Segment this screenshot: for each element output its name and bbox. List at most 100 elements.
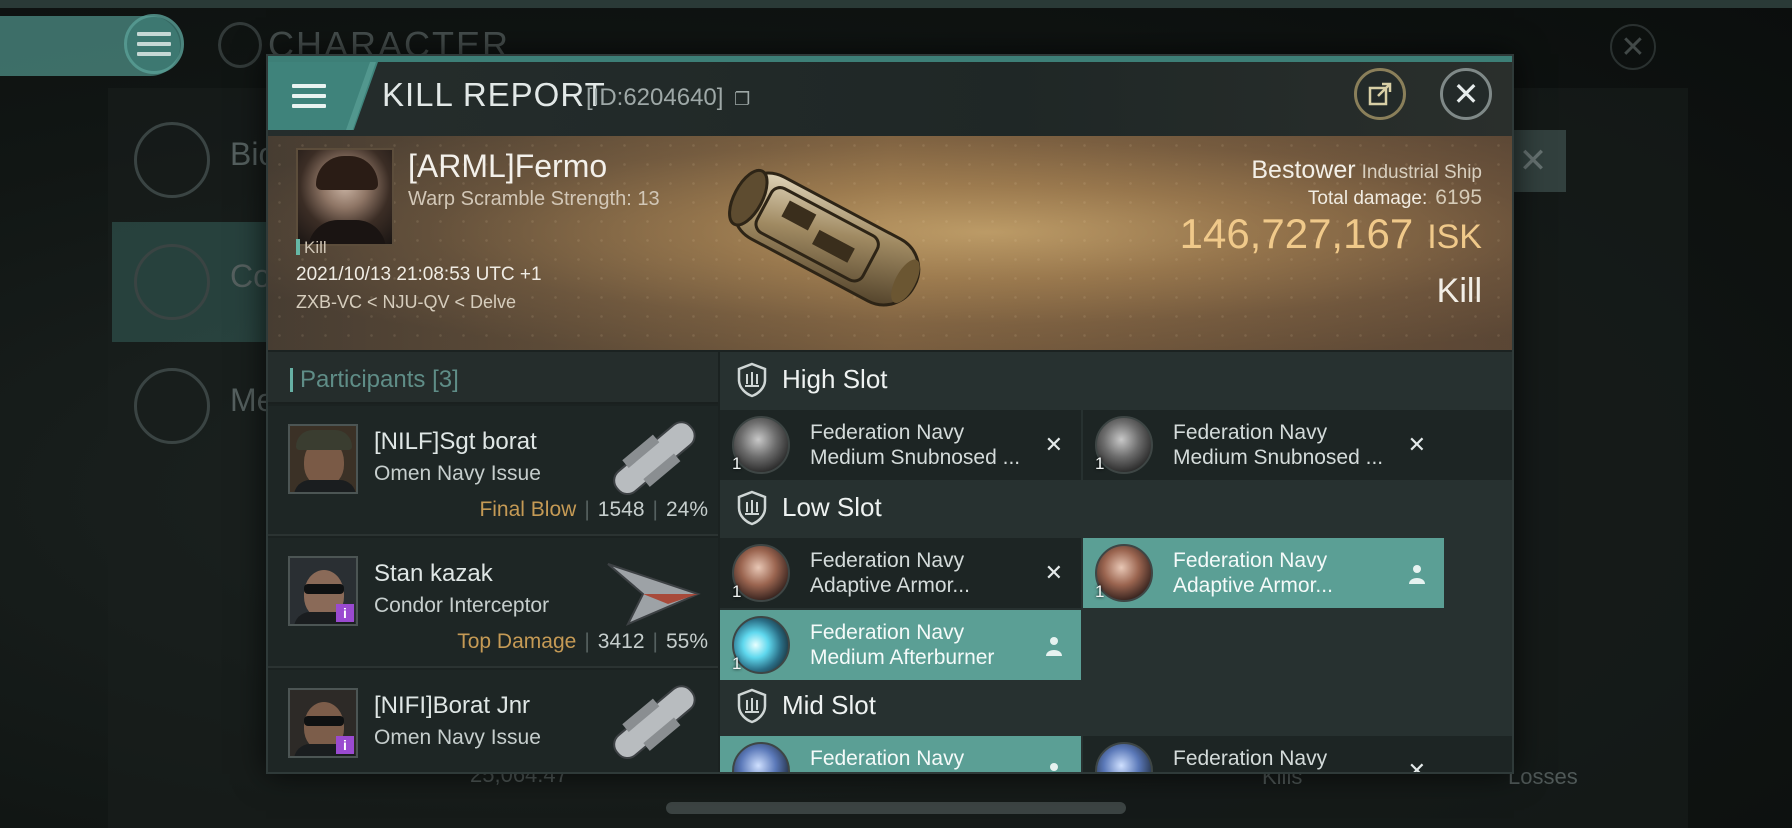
destroyed-icon: ✕ [1407, 432, 1426, 457]
portrait-glasses [304, 584, 344, 594]
person-icon [1409, 565, 1425, 584]
kill-report-window: KILL REPORT [ID:6204640] ❐ ✕ [ARML]Fermo… [266, 54, 1514, 774]
shield-icon [737, 362, 767, 398]
module-name: Federation Navy [1173, 746, 1327, 771]
shield-module-icon [1095, 742, 1153, 772]
module-name-line1: Federation Navy [810, 549, 965, 572]
module-quantity: 1 [732, 582, 742, 601]
kill-tag-label: Kill [304, 238, 327, 257]
character-icon [218, 22, 262, 68]
horizontal-scrollbar[interactable] [666, 802, 1126, 814]
isk-unit: ISK [1427, 218, 1482, 256]
victim-portrait[interactable] [296, 148, 394, 246]
sidebar-item-medals[interactable]: Me [112, 346, 274, 466]
participants-header[interactable]: Participants [3] [268, 352, 718, 404]
ship-name-label: Bestower [1251, 156, 1356, 184]
total-damage-label: Total damage: [1307, 188, 1428, 209]
warp-scramble-strength: Warp Scramble Strength: 13 [408, 188, 660, 210]
isk-amount: 146,727,167 [1179, 210, 1414, 257]
participants-count: [3] [432, 366, 459, 393]
module-name-line2: Adaptive Armor... [810, 574, 970, 597]
participant-row[interactable]: i Stan kazak Condor Interceptor Top Dama… [268, 538, 718, 668]
participant-stats: Final Blow | 1548 | 24% [479, 498, 708, 522]
participant-portrait: i [288, 556, 358, 626]
sidebar-item-bio[interactable]: Bio [112, 100, 276, 220]
person-icon [1050, 763, 1058, 771]
low-slot-header: Low Slot [720, 480, 1512, 534]
kill-location[interactable]: ZXB-VC < NJU-QV < Delve [296, 292, 516, 313]
menu-icon [292, 84, 326, 108]
background-menu-button[interactable] [124, 14, 184, 74]
copy-icon[interactable]: ❐ [734, 89, 750, 109]
participant-ship-image [607, 563, 701, 626]
victim-name[interactable]: [ARML]Fermo [408, 148, 607, 185]
destroyed-icon: ✕ [1407, 758, 1426, 774]
module-name-line2: Medium Afterburner [810, 646, 995, 669]
close-button[interactable]: ✕ [1440, 68, 1492, 120]
participant-portrait [288, 424, 358, 494]
shield-icon [737, 688, 767, 724]
slot-title: Mid Slot [782, 690, 876, 720]
top-edge-line [0, 0, 1792, 8]
sidebar-item-combat[interactable]: Co [112, 222, 272, 342]
menu-icon [137, 32, 171, 56]
module-item[interactable]: 1 Federation Navy Adaptive Armor... [1083, 538, 1444, 608]
report-id[interactable]: [ID:6204640] ❐ [586, 84, 750, 112]
module-name: Federation Navy [810, 746, 964, 771]
report-id-label: [ID:6204640] [586, 84, 724, 111]
isk-value: 146,727,167 ISK [1180, 210, 1482, 258]
ship-class: Industrial Ship [1361, 162, 1482, 183]
module-quantity: 1 [732, 654, 742, 673]
info-badge-icon: i [336, 736, 354, 754]
participant-row[interactable]: [NILF]Sgt borat Omen Navy Issue Final Bl… [268, 406, 718, 536]
participant-ship: Omen Navy Issue [374, 726, 541, 749]
module-item[interactable]: Federation Navy ✕ [1083, 736, 1512, 774]
fitting-panel: High Slot 1 Federation Navy Medium Snubno… [720, 352, 1512, 774]
module-quantity: 1 [732, 454, 742, 473]
share-icon [1368, 82, 1392, 106]
module-name: Federation Navy Medium Snubnosed ... [1173, 420, 1383, 470]
participant-percent: 55% [665, 630, 708, 653]
module-name: Federation Navy Medium Afterburner [810, 620, 994, 670]
participant-percent: 24% [665, 498, 708, 521]
portrait-body [294, 480, 356, 492]
participant-name: Stan kazak [374, 560, 493, 587]
close-icon: ✕ [1452, 76, 1480, 112]
module-name: Federation Navy Adaptive Armor... [810, 548, 970, 598]
portrait-hat [296, 430, 352, 450]
total-damage: Total damage: 6195 [1308, 186, 1482, 210]
kill-tag: Kill [296, 238, 327, 258]
slot-title: High Slot [782, 364, 888, 394]
participant-damage: 3412 [597, 630, 645, 653]
victim-ship-image[interactable] [716, 144, 936, 334]
ship-name[interactable]: Bestower Industrial Ship [1251, 156, 1482, 185]
star-icon [134, 368, 210, 444]
module-item[interactable]: 1 Federation Navy Adaptive Armor... ✕ [720, 538, 1081, 608]
participants-marker [290, 368, 293, 392]
participant-portrait: i [288, 688, 358, 758]
module-item[interactable]: Federation Navy [720, 736, 1081, 772]
participant-damage: 1548 [597, 498, 645, 521]
participant-stats: Top Damage | 3412 | 55% [457, 630, 708, 654]
portrait-glasses [304, 716, 344, 726]
module-item[interactable]: 1 Federation Navy Medium Afterburner [720, 610, 1081, 680]
kill-result: Kill [1436, 272, 1482, 310]
participant-name: [NIFI]Borat Jnr [374, 692, 531, 719]
participant-row[interactable]: i [NIFI]Borat Jnr Omen Navy Issue [268, 670, 718, 772]
shield-icon [737, 490, 767, 526]
person-icon [1046, 637, 1062, 656]
total-damage-value: 6195 [1435, 186, 1482, 209]
module-name-line1: Federation Navy [1173, 421, 1328, 444]
participant-ship-image [613, 421, 696, 496]
destroyed-icon: ✕ [1044, 432, 1063, 457]
participant-ship: Condor Interceptor [374, 594, 550, 617]
background-close-button[interactable]: ✕ [1610, 24, 1656, 70]
module-name-line1: Federation Navy [1173, 549, 1328, 572]
module-name: Federation Navy Adaptive Armor... [1173, 548, 1333, 598]
module-item[interactable]: 1 Federation Navy Medium Snubnosed ... ✕ [1083, 410, 1512, 480]
module-name-line2: Medium Snubnosed ... [810, 446, 1021, 469]
module-item[interactable]: 1 Federation Navy Medium Snubnosed ... ✕ [720, 410, 1081, 480]
participants-title: Participants [3] [300, 366, 459, 394]
share-button[interactable] [1354, 68, 1406, 120]
module-name-line1: Federation Navy [810, 621, 965, 644]
